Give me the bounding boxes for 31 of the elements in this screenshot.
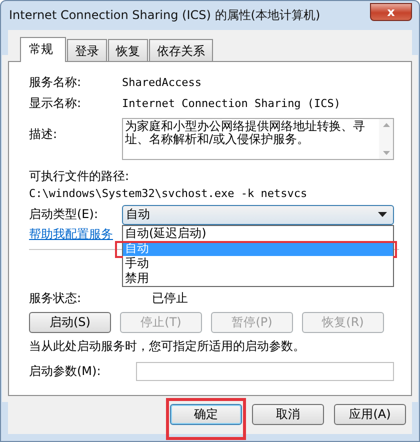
description-box[interactable]: 为家庭和小型办公网络提供网络地址转换、寻址、名称解析和/或入侵保护服务。 [122, 118, 394, 160]
dialog-button[interactable]: 确定 [170, 404, 242, 425]
dropdown-option[interactable]: 手动 [123, 256, 393, 270]
help-link[interactable]: 帮助我配置服务 [29, 226, 113, 242]
scrollbar[interactable] [379, 119, 393, 159]
field-label: 描述: [29, 126, 58, 143]
close-button[interactable]: x [370, 2, 412, 20]
dialog-button[interactable]: 取消 [252, 404, 324, 425]
tab[interactable]: 依存关系 [149, 39, 213, 61]
tab[interactable]: 登录 [67, 39, 107, 61]
status-value: 已停止 [152, 290, 188, 307]
window-title: Internet Connection Sharing (ICS) 的属性(本地计算机) [8, 7, 320, 24]
hint-text: 当从此处启动服务时，您可指定所适用的启动参数。 [29, 338, 306, 355]
scroll-down-icon[interactable] [382, 150, 390, 156]
tab[interactable]: 常规 [20, 37, 66, 62]
tab[interactable]: 恢复 [108, 39, 148, 61]
caret-icon [378, 212, 387, 217]
dialog-button[interactable]: 应用(A) [334, 404, 406, 425]
field-label: 可执行文件的路径: [29, 168, 130, 185]
path-value: C:\windows\System32\svchost.exe -k netsvcs [29, 187, 308, 200]
parameters-field[interactable] [136, 362, 394, 381]
field-label: 服务状态: [29, 290, 82, 307]
field-label: 启动类型(E): [29, 206, 99, 223]
field-label: 显示名称: [29, 95, 82, 112]
field-label: 启动参数(M): [29, 363, 102, 380]
scroll-up-icon[interactable] [382, 122, 390, 128]
field-label: 服务名称: [29, 74, 82, 91]
field-value: Internet Connection Sharing (ICS) [122, 97, 341, 110]
field-value: SharedAccess [122, 76, 202, 89]
startup-type-dropdown[interactable]: 自动 [122, 204, 394, 224]
service-button[interactable]: 启动(S) [29, 312, 111, 333]
